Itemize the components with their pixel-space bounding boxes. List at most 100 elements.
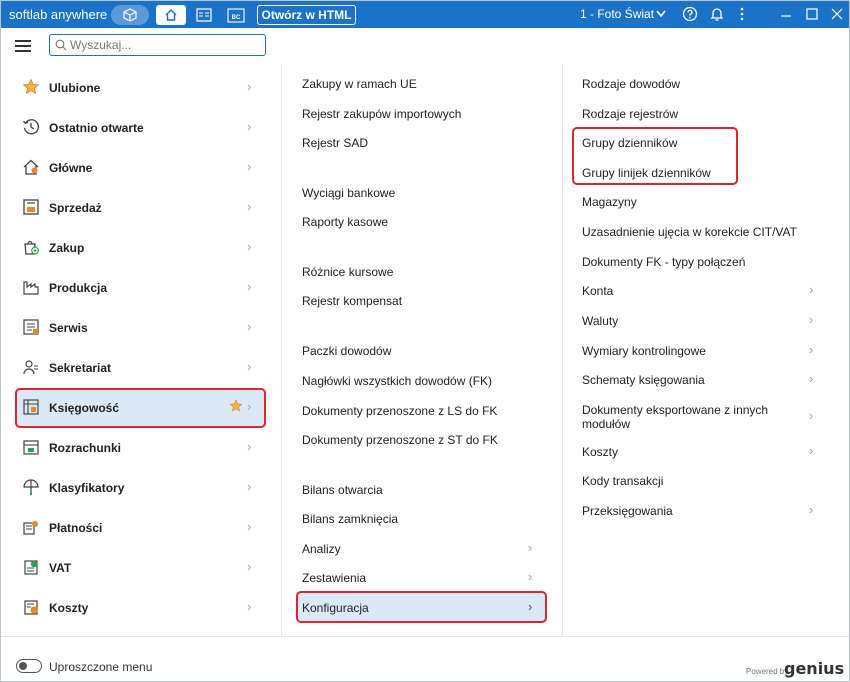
menu-item-glowne[interactable]: Główne ›	[1, 146, 281, 186]
config-item-grupy-dziennikow[interactable]: Grupy dzienników	[582, 136, 802, 150]
minimize-icon[interactable]	[779, 6, 793, 22]
search-icon	[55, 39, 67, 51]
classifiers-icon	[23, 479, 39, 496]
menu-item-sekretariat[interactable]: Sekretariat ›	[1, 346, 281, 386]
menu-item-platnosci[interactable]: Płatności ›	[1, 506, 281, 546]
payments-icon	[23, 521, 38, 535]
help-icon[interactable]	[682, 6, 698, 22]
submenu-ksiegowosc: Zakupy w ramach UE Rejestr zakupów impor…	[281, 64, 562, 636]
config-item[interactable]: Schematy księgowania	[582, 373, 802, 387]
cube-icon	[123, 8, 137, 22]
chevron-right-icon: ›	[528, 540, 533, 555]
hamburger-menu-icon[interactable]	[15, 40, 31, 52]
config-item[interactable]: Konta	[582, 284, 802, 298]
menu-item-produkcja[interactable]: Produkcja ›	[1, 266, 281, 306]
submenu-item[interactable]: Zakupy w ramach UE	[302, 77, 417, 91]
chevron-down-icon[interactable]	[656, 10, 666, 18]
submenu-item[interactable]: Różnice kursowe	[302, 265, 393, 279]
submenu-item[interactable]: Raporty kasowe	[302, 215, 388, 229]
search-input[interactable]	[70, 37, 260, 53]
app-window: softlab anywhere BC Otwórz w HTML 1 - Fo…	[0, 0, 850, 682]
submenu-item[interactable]: Dokumenty przenoszone z ST do FK	[302, 433, 498, 447]
submenu-item[interactable]: Rejestr SAD	[302, 136, 368, 150]
submenu-item[interactable]: Nagłówki wszystkich dowodów (FK)	[302, 374, 492, 388]
chevron-right-icon: ›	[247, 279, 252, 294]
config-item[interactable]: Rodzaje rejestrów	[582, 107, 802, 121]
vat-icon	[24, 560, 38, 575]
chevron-right-icon: ›	[809, 443, 814, 458]
chevron-right-icon: ›	[247, 239, 252, 254]
config-item-grupy-linijek-dziennikow[interactable]: Grupy linijek dzienników	[582, 166, 802, 180]
simplified-menu-label: Uproszczone menu	[49, 660, 153, 674]
chevron-right-icon: ›	[247, 319, 252, 334]
submenu-item[interactable]: Rejestr zakupów importowych	[302, 107, 461, 121]
chevron-right-icon: ›	[528, 599, 533, 614]
menu-item-ksiegowosc[interactable]: Księgowość ›	[1, 386, 281, 428]
main-menu: Ulubione › Ostatnio otwarte › Główne › S…	[1, 64, 281, 636]
home-tab-button[interactable]	[156, 5, 186, 25]
apps-cube-button[interactable]	[111, 5, 149, 25]
favorite-star-icon[interactable]	[229, 399, 243, 413]
submenu-item[interactable]: Wyciągi bankowe	[302, 186, 395, 200]
toggle-knob	[19, 662, 27, 670]
config-item[interactable]: Dokumenty eksportowane z innych modułów	[582, 403, 772, 431]
submenu-konfiguracja: Rodzaje dowodów Rodzaje rejestrów Grupy …	[562, 64, 849, 636]
submenu-item[interactable]: Rejestr kompensat	[302, 294, 402, 308]
config-item[interactable]: Przeksięgowania	[582, 504, 802, 518]
chevron-right-icon: ›	[247, 519, 252, 534]
menu-item-sprzedaz[interactable]: Sprzedaż ›	[1, 186, 281, 226]
bell-icon[interactable]	[709, 6, 725, 22]
simplified-menu-toggle[interactable]	[16, 659, 42, 673]
chevron-right-icon: ›	[809, 342, 814, 357]
config-item[interactable]: Uzasadnienie ujęcia w korekcie CIT/VAT	[582, 225, 802, 239]
chevron-right-icon: ›	[247, 79, 252, 94]
config-item[interactable]: Rodzaje dowodów	[582, 77, 802, 91]
menu-label: Produkcja	[49, 281, 108, 295]
bc-tab-button[interactable]: BC	[223, 5, 249, 25]
title-bar: softlab anywhere BC Otwórz w HTML 1 - Fo…	[1, 1, 849, 28]
submenu-item-analizy[interactable]: Analizy	[302, 542, 341, 556]
close-icon[interactable]	[830, 6, 844, 22]
submenu-item[interactable]: Paczki dowodów	[302, 344, 391, 358]
config-item[interactable]: Koszty	[582, 445, 802, 459]
config-item[interactable]: Wymiary kontrolingowe	[582, 344, 802, 358]
chevron-right-icon: ›	[809, 371, 814, 386]
submenu-item[interactable]: Dokumenty przenoszone z LS do FK	[302, 404, 497, 418]
menu-item-ulubione[interactable]: Ulubione ›	[1, 66, 281, 106]
menu-item-rozrachunki[interactable]: Rozrachunki ›	[1, 426, 281, 466]
open-html-button[interactable]: Otwórz w HTML	[257, 5, 356, 25]
chevron-right-icon: ›	[247, 119, 252, 134]
menu-item-serwis[interactable]: Serwis ›	[1, 306, 281, 346]
secretary-icon	[23, 360, 38, 375]
submenu-item-zestawienia[interactable]: Zestawienia	[302, 571, 366, 585]
search-field[interactable]	[49, 34, 266, 56]
service-icon	[23, 319, 39, 335]
company-selector[interactable]: 1 - Foto Świat	[580, 7, 654, 21]
menu-item-klasyfikatory[interactable]: Klasyfikatory ›	[1, 466, 281, 506]
maximize-icon[interactable]	[805, 6, 819, 22]
config-item[interactable]: Magazyny	[582, 195, 802, 209]
menu-label: Serwis	[49, 321, 88, 335]
document-tab-button[interactable]	[191, 5, 217, 25]
chevron-right-icon: ›	[809, 408, 814, 423]
menu-item-koszty[interactable]: Koszty ›	[1, 586, 281, 626]
more-vertical-icon[interactable]	[736, 6, 748, 22]
sales-icon	[23, 199, 39, 215]
config-item[interactable]: Kody transakcji	[582, 474, 802, 488]
submenu-item[interactable]: Bilans zamknięcia	[302, 512, 398, 526]
powered-by-text: Powered by	[746, 667, 789, 676]
menu-item-zakup[interactable]: Zakup ›	[1, 226, 281, 266]
config-item[interactable]: Waluty	[582, 314, 802, 328]
submenu-item[interactable]: Bilans otwarcia	[302, 483, 383, 497]
home-icon	[23, 159, 39, 175]
menu-item-vat[interactable]: VAT ›	[1, 546, 281, 586]
chevron-right-icon: ›	[247, 559, 252, 574]
menu-label: Sprzedaż	[49, 201, 102, 215]
app-name: softlab anywhere	[9, 7, 108, 22]
menu-label: Klasyfikatory	[49, 481, 125, 495]
costs-icon	[24, 600, 38, 615]
config-item[interactable]: Dokumenty FK - typy połączeń	[582, 255, 802, 269]
document-icon	[196, 8, 212, 22]
chevron-right-icon: ›	[528, 569, 533, 584]
menu-item-ostatnio-otwarte[interactable]: Ostatnio otwarte ›	[1, 106, 281, 146]
